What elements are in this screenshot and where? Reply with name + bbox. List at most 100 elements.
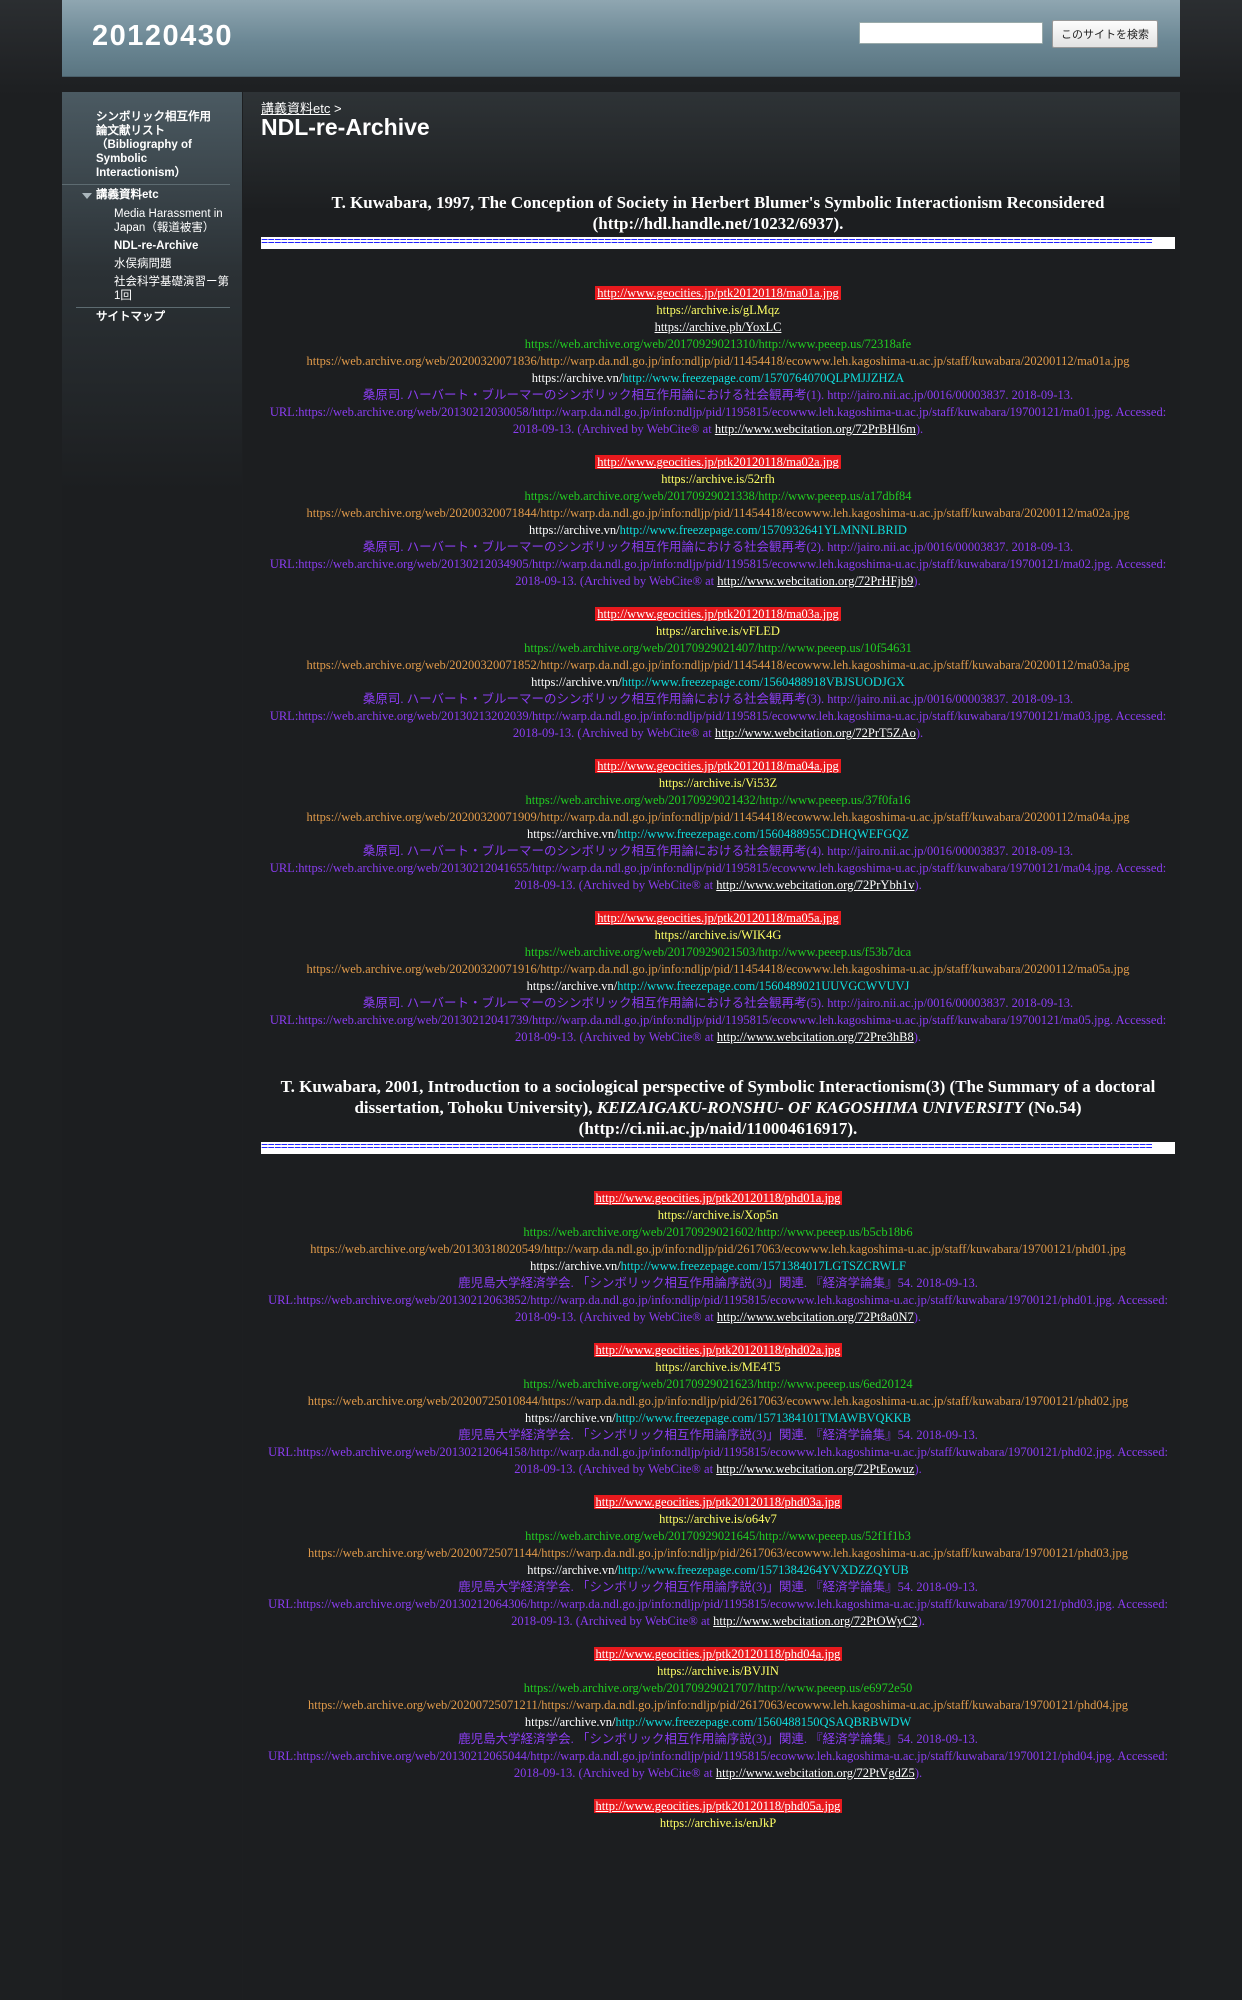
citation-end: ). [914,878,922,892]
peeep-link[interactable]: https://web.archive.org/web/201709290216… [261,1376,1175,1393]
geocities-link[interactable]: http://www.geocities.jp/ptk20120118/phd0… [593,1495,843,1509]
archive-is-link[interactable]: https://archive.is/ME4T5 [261,1359,1175,1376]
freezepage-link[interactable]: http://www.freezepage.com/1560488918VBJS… [622,675,905,689]
archive-vn-prefix[interactable]: https://archive.vn/ [530,1259,621,1273]
peeep-link[interactable]: https://web.archive.org/web/201709290214… [261,792,1175,809]
peeep-link[interactable]: https://web.archive.org/web/201709290214… [261,640,1175,657]
list-item: http://www.geocities.jp/ptk20120118/ma01… [261,285,1175,438]
sidebar-item-seminar[interactable]: 社会科学基礎演習ー第1回 [62,273,242,305]
sidebar-item-label: Media Harassment in Japan（報道被害） [114,208,223,234]
archive-is-link[interactable]: https://archive.is/vFLED [261,623,1175,640]
webcite-link[interactable]: http://www.webcitation.org/72PtEowuz [716,1462,914,1476]
geocities-link[interactable]: http://www.geocities.jp/ptk20120118/phd0… [593,1647,843,1661]
webcite-link[interactable]: http://www.webcitation.org/72PrT5ZAo [715,726,916,740]
archive-vn-prefix[interactable]: https://archive.vn/ [525,1715,616,1729]
sidebar-item-media-harassment[interactable]: Media Harassment in Japan（報道被害） [62,205,242,237]
sidebar-item-lecture-materials[interactable]: 講義資料etc [62,185,242,205]
geocities-link[interactable]: http://www.geocities.jp/ptk20120118/ma03… [595,607,841,621]
freezepage-link[interactable]: http://www.freezepage.com/1570764070QLPM… [622,371,904,385]
geocities-link[interactable]: http://www.geocities.jp/ptk20120118/ma01… [595,286,841,300]
webcite-link[interactable]: http://www.webcitation.org/72PrBHl6m [715,422,916,436]
webcite-link[interactable]: http://www.webcitation.org/72PrHFjb9 [717,574,913,588]
expand-triangle-icon[interactable] [82,193,92,199]
warp-link[interactable]: https://web.archive.org/web/202003200718… [261,657,1175,674]
citation-end: ). [915,726,924,740]
warp-link[interactable]: https://web.archive.org/web/202003200718… [261,353,1175,370]
peeep-link[interactable]: https://web.archive.org/web/201709290217… [261,1680,1175,1697]
search-input[interactable] [859,22,1043,44]
warp-link[interactable]: https://web.archive.org/web/202007250711… [261,1545,1175,1562]
list-item: http://www.geocities.jp/ptk20120118/phd0… [261,1342,1175,1478]
geocities-link[interactable]: http://www.geocities.jp/ptk20120118/phd0… [593,1799,843,1813]
sidebar-item-label: 水俣病問題 [114,258,172,270]
webcite-link[interactable]: http://www.webcitation.org/72PtOWyC2 [713,1614,917,1628]
freezepage-link[interactable]: http://www.freezepage.com/1571384101TMAW… [616,1411,911,1425]
warp-link[interactable]: https://web.archive.org/web/202007250712… [261,1697,1175,1714]
archive-is-link[interactable]: https://archive.is/o64v7 [261,1511,1175,1528]
search-button[interactable]: このサイトを検索 [1052,20,1158,48]
archive-ph-link[interactable]: https://archive.ph/YoxLC [261,319,1175,336]
archive-vn-prefix[interactable]: https://archive.vn/ [525,1411,616,1425]
archive-vn-prefix[interactable]: https://archive.vn/ [529,523,620,537]
peeep-link[interactable]: https://web.archive.org/web/201709290213… [261,488,1175,505]
archive-is-link[interactable]: https://archive.is/Vi53Z [261,775,1175,792]
freezepage-link[interactable]: http://www.freezepage.com/1570932641YLMN… [620,523,907,537]
freezepage-link[interactable]: http://www.freezepage.com/1571384264YVXD… [618,1563,909,1577]
sidebar-item-label: 社会科学基礎演習ー第1回 [114,276,229,302]
warp-link[interactable]: https://web.archive.org/web/202007250108… [261,1393,1175,1410]
archive-is-link[interactable]: https://archive.is/WIK4G [261,927,1175,944]
archive-vn-prefix[interactable]: https://archive.vn/ [527,827,618,841]
geocities-link[interactable]: http://www.geocities.jp/ptk20120118/ma04… [595,759,841,773]
page-title: NDL-re-Archive [261,114,430,140]
warp-link[interactable]: https://web.archive.org/web/202003200718… [261,505,1175,522]
sidebar-item-label: 講義資料etc [96,189,159,201]
archive-is-link[interactable]: https://archive.is/gLMqz [261,302,1175,319]
list-item: http://www.geocities.jp/ptk20120118/phd0… [261,1494,1175,1630]
list-item: http://www.geocities.jp/ptk20120118/ma05… [261,910,1175,1046]
section-heading: T. Kuwabara, 2001, Introduction to a soc… [269,1076,1167,1139]
peeep-link[interactable]: https://web.archive.org/web/201709290215… [261,944,1175,961]
archive-vn-prefix[interactable]: https://archive.vn/ [527,979,618,993]
warp-link[interactable]: https://web.archive.org/web/202003200719… [261,809,1175,826]
geocities-link[interactable]: http://www.geocities.jp/ptk20120118/phd0… [593,1191,843,1205]
archive-vn-prefix[interactable]: https://archive.vn/ [531,675,622,689]
citation-end: ). [914,1766,923,1780]
archive-vn-prefix[interactable]: https://archive.vn/ [532,371,623,385]
list-item: http://www.geocities.jp/ptk20120118/ma03… [261,606,1175,742]
geocities-link[interactable]: http://www.geocities.jp/ptk20120118/phd0… [593,1343,843,1357]
peeep-link[interactable]: https://web.archive.org/web/201709290213… [261,336,1175,353]
sidebar-item-label: サイトマップ [96,311,165,323]
archive-is-link[interactable]: https://archive.is/52rfh [261,471,1175,488]
archive-is-link[interactable]: https://archive.is/Xop5n [261,1207,1175,1224]
warp-link[interactable]: https://web.archive.org/web/201303180205… [261,1241,1175,1258]
archive-is-link[interactable]: https://archive.is/BVJIN [261,1663,1175,1680]
geocities-link[interactable]: http://www.geocities.jp/ptk20120118/ma05… [595,911,841,925]
freezepage-link[interactable]: http://www.freezepage.com/1560488955CDHQ… [618,827,910,841]
peeep-link[interactable]: https://web.archive.org/web/201709290216… [261,1528,1175,1545]
list-item: http://www.geocities.jp/ptk20120118/ma02… [261,454,1175,590]
freezepage-link[interactable]: http://www.freezepage.com/1571384017LGTS… [621,1259,906,1273]
sidebar-item-sitemap[interactable]: サイトマップ [76,307,230,328]
sidebar-item-ndl-re-archive[interactable]: NDL-re-Archive [62,237,242,255]
archive-is-link[interactable]: https://archive.is/enJkP [261,1815,1175,1832]
site-title[interactable]: 20120430 [92,20,233,53]
geocities-link[interactable]: http://www.geocities.jp/ptk20120118/ma02… [595,455,841,469]
freezepage-link[interactable]: http://www.freezepage.com/1560488150QSAQ… [615,1715,911,1729]
sidebar-item-label: シンボリック相互作用論文献リスト（Bibliography of Symboli… [96,111,211,179]
peeep-link[interactable]: https://web.archive.org/web/201709290216… [261,1224,1175,1241]
list-item: http://www.geocities.jp/ptk20120118/phd0… [261,1798,1175,1832]
main-content: 講義資料etc > NDL-re-Archive T. Kuwabara, 19… [243,92,1180,2000]
citation-end: ). [913,1030,922,1044]
list-item: http://www.geocities.jp/ptk20120118/phd0… [261,1190,1175,1326]
webcite-link[interactable]: http://www.webcitation.org/72PtVgdZ5 [716,1766,915,1780]
freezepage-link[interactable]: http://www.freezepage.com/1560489021UUVG… [617,979,909,993]
citation-end: ). [913,1310,922,1324]
webcite-link[interactable]: http://www.webcitation.org/72Pre3hB8 [717,1030,914,1044]
archive-vn-prefix[interactable]: https://archive.vn/ [527,1563,618,1577]
warp-link[interactable]: https://web.archive.org/web/202003200719… [261,961,1175,978]
sidebar-item-minamata[interactable]: 水俣病問題 [62,255,242,273]
list-item: http://www.geocities.jp/ptk20120118/ma04… [261,758,1175,894]
sidebar-item-bibliography[interactable]: シンボリック相互作用論文献リスト（Bibliography of Symboli… [62,92,230,185]
webcite-link[interactable]: http://www.webcitation.org/72PrYbh1v [716,878,914,892]
webcite-link[interactable]: http://www.webcitation.org/72Pt8a0N7 [717,1310,914,1324]
